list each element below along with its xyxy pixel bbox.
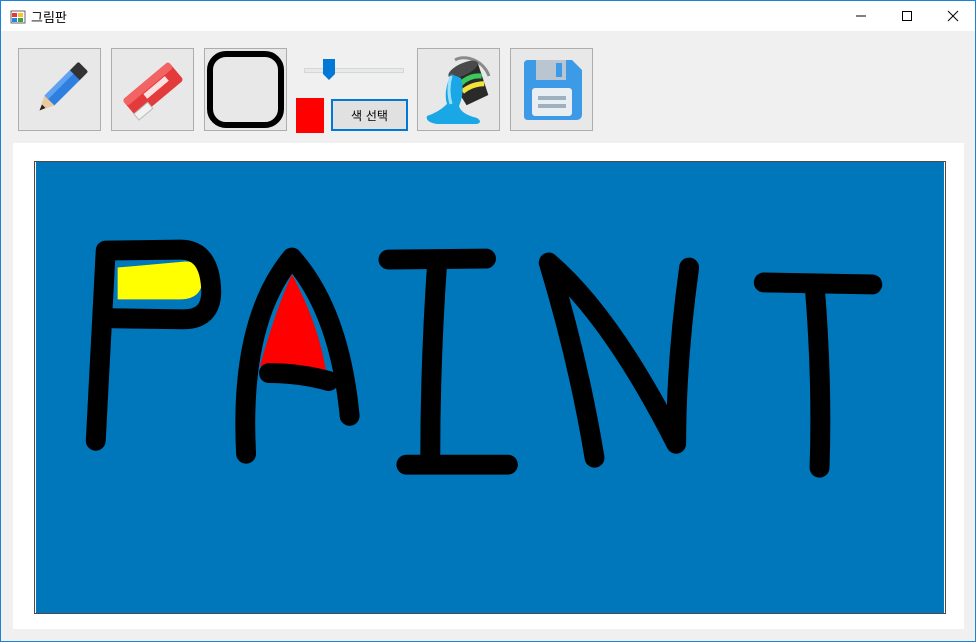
current-color-swatch <box>296 98 324 133</box>
window-title: 그림판 <box>31 11 67 26</box>
rounded-rectangle-icon <box>207 51 284 128</box>
minimize-icon <box>856 15 866 17</box>
close-icon <box>947 10 959 22</box>
paint-bucket-icon <box>426 55 490 124</box>
minimize-button[interactable] <box>838 1 884 31</box>
drawing-canvas[interactable] <box>34 161 946 614</box>
title-bar[interactable]: 그림판 <box>1 1 975 31</box>
app-window: 그림판 색 선택 <box>0 0 976 642</box>
floppy-disk-icon <box>523 59 582 120</box>
app-icon <box>10 10 26 24</box>
canvas-background <box>36 162 944 613</box>
eraser-icon <box>123 62 182 121</box>
brush-size-slider[interactable] <box>302 58 404 82</box>
slider-track <box>304 68 404 73</box>
color-select-button[interactable]: 색 선택 <box>331 99 408 131</box>
pencil-icon <box>38 62 87 111</box>
save-button[interactable] <box>510 48 593 131</box>
fill-tool-button[interactable] <box>417 48 500 131</box>
pencil-tool-button[interactable] <box>18 48 101 131</box>
shape-tool-button[interactable] <box>204 48 287 131</box>
eraser-tool-button[interactable] <box>111 48 194 131</box>
slider-thumb[interactable] <box>322 59 335 81</box>
close-button[interactable] <box>930 1 976 31</box>
maximize-icon <box>902 11 912 21</box>
maximize-button[interactable] <box>884 1 930 31</box>
